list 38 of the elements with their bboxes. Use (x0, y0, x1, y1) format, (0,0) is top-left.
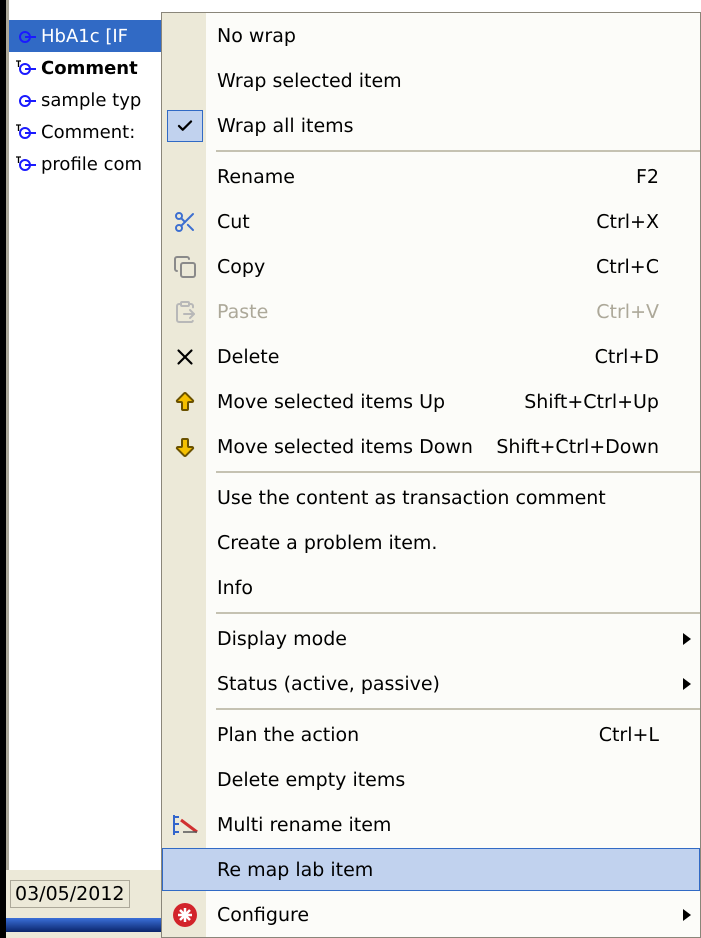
paste-icon (173, 300, 197, 324)
tree-row-label: sample typ (41, 90, 142, 110)
menu-item[interactable]: Cut Ctrl+X (162, 200, 700, 244)
menu-item[interactable]: Status (active, passive) (162, 662, 700, 706)
tree-row-label: Comment: (41, 122, 136, 142)
menu-item[interactable]: Display mode (162, 617, 700, 660)
menu-item[interactable]: Move selected items Up Shift+Ctrl+Up (162, 380, 700, 424)
menu-item[interactable]: Multi rename item (162, 803, 700, 846)
tree-row-label: HbA1c [IF (41, 26, 128, 46)
menu-item[interactable]: Use the content as transaction comment (162, 476, 700, 520)
menu-item[interactable]: Wrap all items (162, 104, 700, 148)
menu-item[interactable]: Rename F2 (162, 155, 700, 198)
tree-row[interactable]: HbA1c [IF (9, 20, 161, 52)
scissors-icon (173, 210, 197, 234)
up-arrow-icon (173, 390, 197, 414)
menu-item[interactable]: Delete Ctrl+D (162, 335, 700, 378)
menu-item[interactable]: No wrap (162, 14, 700, 58)
tree-row[interactable]: profile com (9, 148, 161, 180)
tree-row[interactable]: sample typ (9, 84, 161, 116)
menu-item[interactable]: Delete empty items (162, 758, 700, 802)
menu-item[interactable]: Plan the action Ctrl+L (162, 713, 700, 756)
tree-row[interactable]: Comment: (9, 116, 161, 148)
gear-icon (172, 902, 198, 928)
menu-item[interactable]: Re map lab item (162, 848, 700, 892)
tree-row-label: profile com (41, 154, 142, 174)
tree-row[interactable]: Comment (9, 52, 161, 84)
status-date: 03/05/2012 (10, 880, 130, 908)
menu-item[interactable]: Wrap selected item (162, 59, 700, 102)
tree-row-label: Comment (41, 58, 138, 78)
menu-item[interactable]: Info (162, 566, 700, 610)
menu-item[interactable]: Move selected items Down Shift+Ctrl+Down (162, 425, 700, 468)
text-node-icon (15, 155, 37, 173)
menu-item[interactable]: Copy Ctrl+C (162, 245, 700, 288)
text-node-icon (15, 59, 37, 77)
menu-item[interactable]: Configure (162, 893, 700, 936)
menu-item[interactable]: Create a problem item. (162, 521, 700, 564)
copy-icon (173, 254, 197, 279)
text-node-icon (15, 123, 37, 141)
